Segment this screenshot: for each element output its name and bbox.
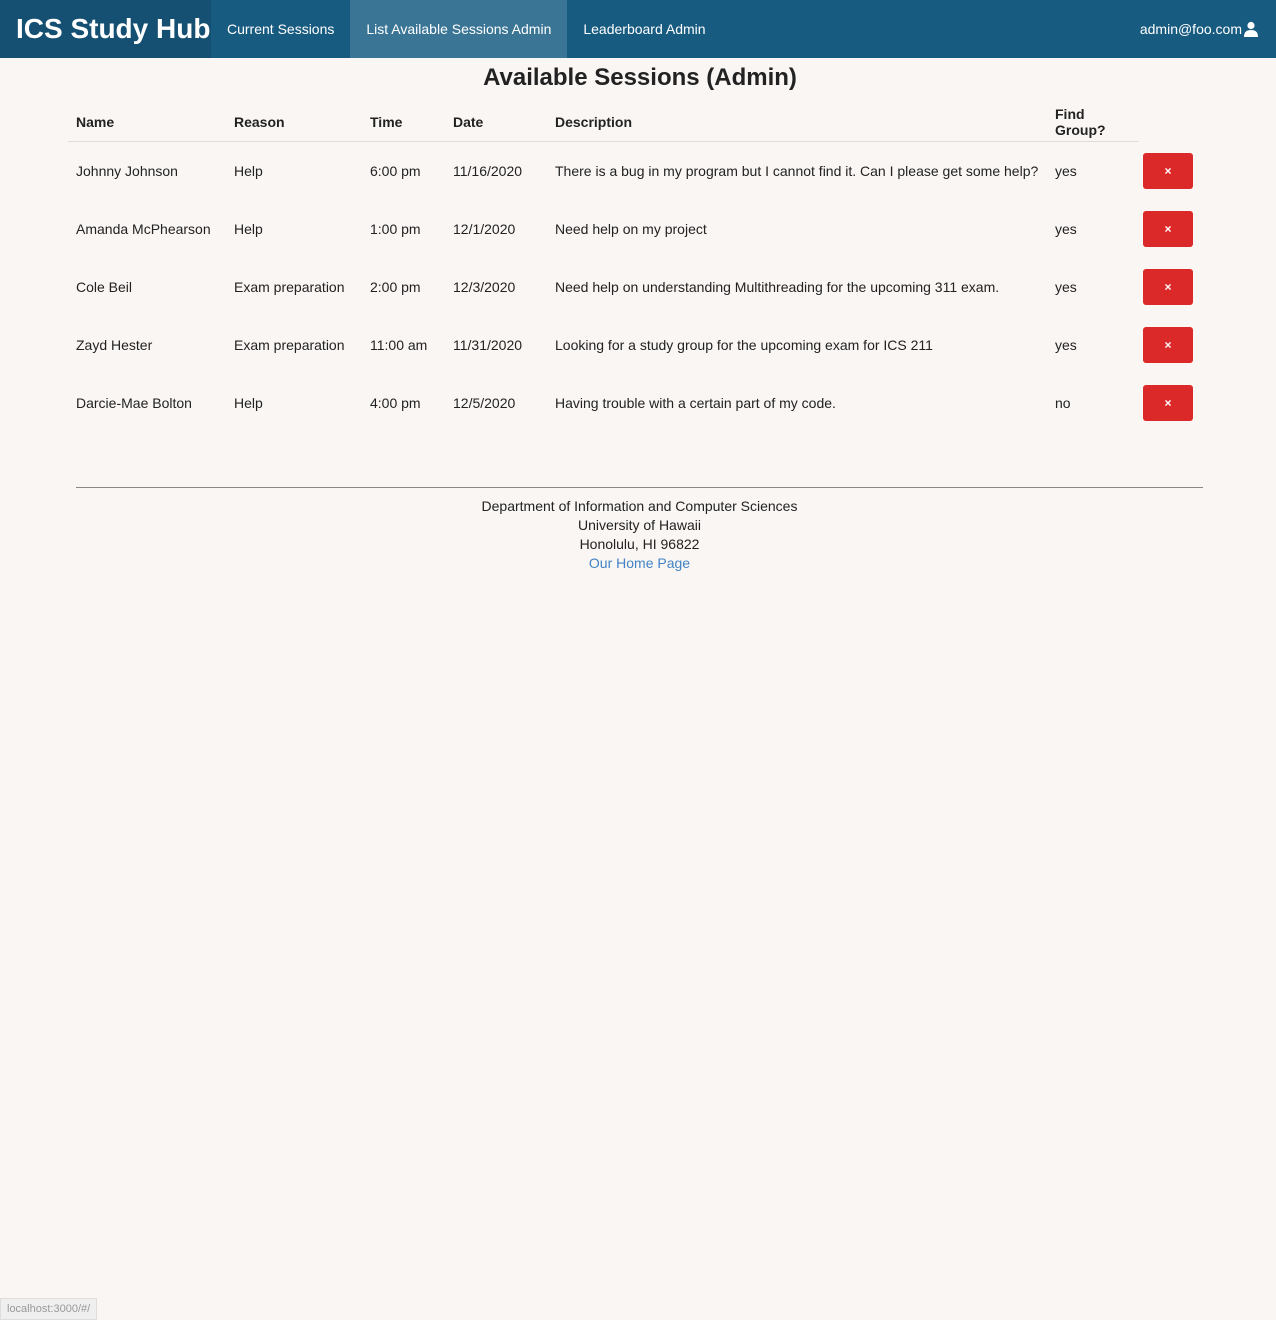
- header-name: Name: [68, 102, 226, 142]
- table-row: Cole Beil Exam preparation 2:00 pm 12/3/…: [68, 258, 1203, 316]
- brand-logo[interactable]: ICS Study Hub: [0, 0, 211, 58]
- cell-date: 12/5/2020: [453, 395, 516, 411]
- user-email: admin@foo.com: [1139, 21, 1242, 37]
- header-action: [1139, 102, 1203, 142]
- header-reason: Reason: [226, 102, 362, 142]
- table-row: Johnny Johnson Help 6:00 pm 11/16/2020 T…: [68, 142, 1203, 201]
- footer-university: University of Hawaii: [578, 517, 701, 533]
- footer-department: Department of Information and Computer S…: [481, 498, 798, 514]
- home-page-link[interactable]: Our Home Page: [589, 555, 690, 571]
- status-bar-url: localhost:3000/#/: [0, 1298, 98, 1320]
- cell-find-group: yes: [1055, 221, 1077, 237]
- user-icon: [1244, 21, 1258, 37]
- cell-reason: Help: [234, 221, 263, 237]
- cell-description: There is a bug in my program but I canno…: [555, 163, 1039, 179]
- footer: Department of Information and Computer S…: [0, 497, 1276, 573]
- cell-date: 12/1/2020: [453, 221, 516, 237]
- cell-description: Having trouble with a certain part of my…: [555, 395, 836, 411]
- cell-find-group: yes: [1055, 279, 1077, 295]
- table-header-row: Name Reason Time Date Description Find G…: [68, 102, 1203, 142]
- cell-action: ×: [1139, 258, 1203, 316]
- cell-action: ×: [1139, 316, 1203, 374]
- nav-leaderboard-admin[interactable]: Leaderboard Admin: [567, 0, 721, 58]
- table-row: Amanda McPhearson Help 1:00 pm 12/1/2020…: [68, 200, 1203, 258]
- cell-date: 11/31/2020: [453, 337, 523, 353]
- header-find-group: Find Group?: [1047, 102, 1139, 142]
- cell-action: ×: [1139, 142, 1203, 201]
- cell-time: 11:00 am: [370, 337, 428, 353]
- delete-button[interactable]: ×: [1143, 211, 1193, 247]
- footer-address: Honolulu, HI 96822: [579, 536, 700, 552]
- header-time: Time: [362, 102, 445, 142]
- sessions-table: Name Reason Time Date Description Find G…: [68, 102, 1203, 432]
- delete-button[interactable]: ×: [1143, 269, 1193, 305]
- cell-find-group: no: [1055, 395, 1071, 411]
- delete-button[interactable]: ×: [1143, 385, 1193, 421]
- cell-reason: Help: [234, 163, 263, 179]
- page-title: Available Sessions (Admin): [483, 64, 797, 91]
- cell-name: Zayd Hester: [76, 337, 153, 353]
- top-navbar: ICS Study Hub Current Sessions List Avai…: [0, 0, 1276, 58]
- nav-current-sessions[interactable]: Current Sessions: [211, 0, 350, 58]
- delete-button[interactable]: ×: [1143, 327, 1193, 363]
- cell-reason: Exam preparation: [234, 337, 345, 353]
- cell-description: Looking for a study group for the upcomi…: [555, 337, 933, 353]
- cell-name: Johnny Johnson: [76, 163, 178, 179]
- cell-action: ×: [1139, 374, 1203, 432]
- user-menu[interactable]: admin@foo.com: [1140, 0, 1276, 58]
- header-description: Description: [547, 102, 1047, 142]
- cell-date: 11/16/2020: [453, 163, 523, 179]
- cell-description: Need help on understanding Multithreadin…: [555, 279, 1000, 295]
- cell-name: Cole Beil: [76, 279, 133, 295]
- cell-find-group: yes: [1055, 337, 1077, 353]
- cell-name: Amanda McPhearson: [76, 221, 211, 237]
- cell-find-group: yes: [1055, 163, 1077, 179]
- cell-time: 2:00 pm: [370, 279, 421, 295]
- cell-description: Need help on my project: [555, 221, 707, 237]
- header-date: Date: [445, 102, 547, 142]
- cell-date: 12/3/2020: [453, 279, 516, 295]
- table-row: Zayd Hester Exam preparation 11:00 am 11…: [68, 316, 1203, 374]
- delete-button[interactable]: ×: [1143, 152, 1193, 189]
- cell-action: ×: [1139, 200, 1203, 258]
- footer-divider: [76, 487, 1203, 488]
- cell-time: 6:00 pm: [370, 163, 421, 179]
- cell-time: 4:00 pm: [370, 395, 421, 411]
- cell-name: Darcie-Mae Bolton: [76, 395, 192, 411]
- cell-reason: Exam preparation: [234, 279, 345, 295]
- nav-list-available-sessions-admin[interactable]: List Available Sessions Admin: [350, 0, 568, 58]
- cell-time: 1:00 pm: [370, 221, 421, 237]
- cell-reason: Help: [234, 395, 263, 411]
- table-row: Darcie-Mae Bolton Help 4:00 pm 12/5/2020…: [68, 374, 1203, 432]
